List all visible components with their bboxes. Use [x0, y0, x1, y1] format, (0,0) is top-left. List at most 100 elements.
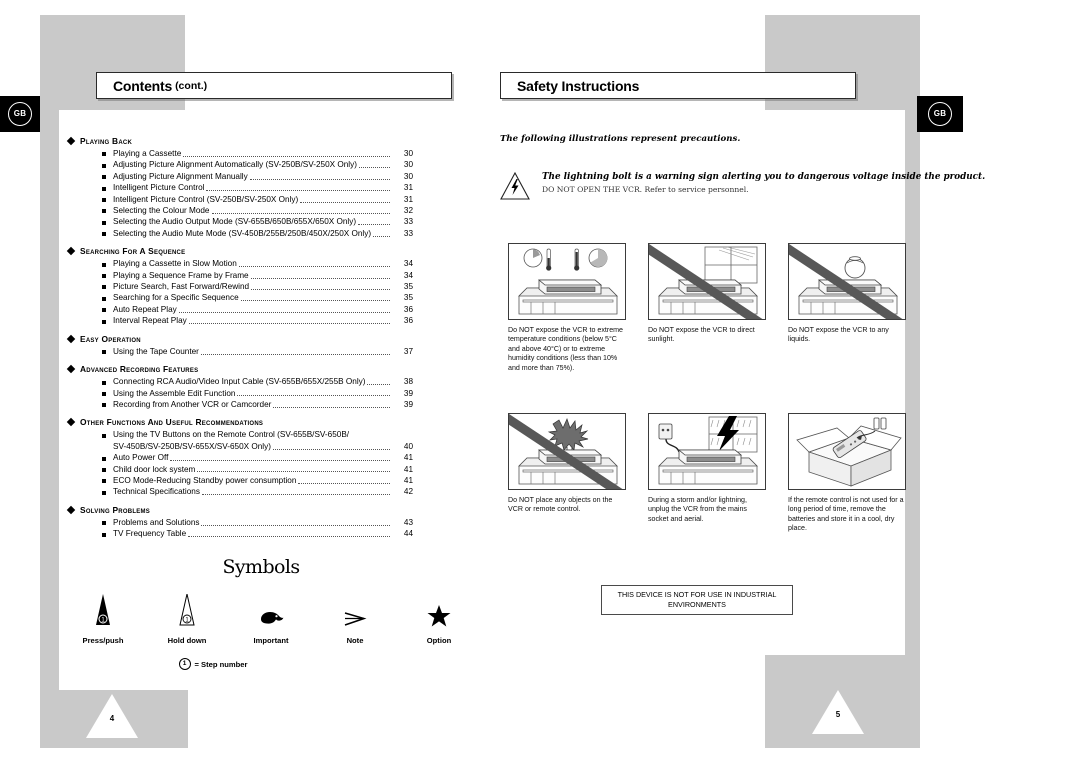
- toc-entry[interactable]: Technical Specifications 42: [102, 486, 413, 497]
- toc-entry-label: SV-450B/SV-250B/SV-655X/SV-650X Only): [113, 441, 271, 451]
- toc-group-header: Searching for a Sequence: [66, 246, 413, 256]
- region-badge-gb-left: GB: [0, 96, 40, 132]
- illustration-row-top: Do NOT expose the VCR to extreme tempera…: [508, 243, 906, 373]
- table-of-contents: Playing Back Playing a Cassette 30 Adjustin…: [66, 136, 413, 547]
- contents-title: Contents: [113, 77, 173, 94]
- symbols-row: 1 Press/push 1 Hold down Important Note Option: [59, 594, 463, 645]
- toc-entry-page: 36: [403, 304, 413, 314]
- square-bullet-icon: [102, 186, 106, 191]
- toc-leader-dots: [358, 224, 390, 226]
- toc-entry[interactable]: Auto Power Off 41: [102, 452, 413, 463]
- toc-entry[interactable]: Intelligent Picture Control (SV-250B/SV-…: [102, 194, 413, 205]
- illustration-caption: Do NOT expose the VCR to extreme tempera…: [508, 326, 623, 372]
- toc-entry[interactable]: Searching for a Specific Sequence 35: [102, 292, 413, 303]
- square-bullet-icon: [102, 163, 106, 168]
- toc-entry[interactable]: Auto Repeat Play 36: [102, 304, 413, 315]
- toc-entry-label: Using the Assemble Edit Function: [113, 388, 236, 398]
- contents-header-bar: Contents (cont.): [96, 72, 452, 99]
- toc-entry[interactable]: Problems and Solutions 43: [102, 517, 413, 528]
- page-number-left: 4: [86, 694, 138, 738]
- pointing-hand-icon: [247, 594, 295, 628]
- diamond-bullet-icon: [66, 418, 76, 427]
- safety-header-bar: Safety Instructions: [500, 72, 856, 99]
- square-bullet-icon: [102, 490, 106, 495]
- toc-entry[interactable]: Selecting the Audio Mute Mode (SV-450B/2…: [102, 228, 413, 239]
- toc-entry-page: 37: [403, 346, 413, 356]
- toc-entry-page: 33: [403, 217, 413, 227]
- vcr-temperature-icon: [508, 243, 626, 320]
- toc-entry[interactable]: Intelligent Picture Control 31: [102, 182, 413, 193]
- toc-entry[interactable]: Selecting the Colour Mode 32: [102, 205, 413, 216]
- diamond-bullet-icon: [66, 364, 76, 374]
- toc-entry-page: 32: [403, 206, 413, 216]
- toc-entry-label: Technical Specifications: [113, 487, 200, 497]
- illustration-caption: Do NOT place any objects on the VCR or r…: [508, 496, 613, 514]
- toc-leader-dots: [367, 384, 390, 385]
- toc-entry[interactable]: Connecting RCA Audio/Video Input Cable (…: [102, 376, 413, 387]
- symbol-label: Option: [426, 636, 452, 645]
- toc-entry-label: Adjusting Picture Alignment Automaticall…: [113, 160, 357, 170]
- symbol-label: Hold down: [167, 636, 207, 645]
- toc-leader-dots: [251, 288, 390, 290]
- safety-title: Safety Instructions: [517, 77, 640, 94]
- star-icon: [415, 594, 463, 628]
- lightning-bolt-triangle-icon: [500, 171, 530, 200]
- toc-entry[interactable]: Selecting the Audio Output Mode (SV-655B…: [102, 216, 413, 227]
- toc-group-title: Playing Back: [80, 136, 133, 146]
- toc-entry[interactable]: Picture Search, Fast Forward/Rewind 35: [102, 281, 413, 292]
- toc-entry[interactable]: Using the Tape Counter 37: [102, 346, 413, 357]
- toc-leader-dots: [238, 266, 390, 268]
- toc-entry-label: Intelligent Picture Control (SV-250B/SV-…: [113, 194, 299, 204]
- square-bullet-icon: [102, 479, 106, 484]
- toc-entry[interactable]: Playing a Cassette 30: [102, 148, 413, 159]
- illustration-caption: Do NOT expose the VCR to direct sunlight…: [648, 326, 755, 344]
- toc-entry[interactable]: Adjusting Picture Alignment Automaticall…: [102, 159, 413, 170]
- left-page-gray-spine: [40, 360, 59, 690]
- toc-entry[interactable]: Adjusting Picture Alignment Manually 30: [102, 171, 413, 182]
- illustration-cell: Do NOT expose the VCR to direct sunlight…: [648, 243, 766, 373]
- symbol-item: Note: [331, 594, 379, 645]
- gb-badge-label-left: GB: [13, 109, 27, 118]
- illustration-cell: Do NOT expose the VCR to extreme tempera…: [508, 243, 626, 373]
- toc-entry-page: 41: [403, 464, 413, 474]
- toc-leader-dots: [237, 395, 390, 397]
- toc-entry-label: Child door lock system: [113, 464, 196, 474]
- toc-entry[interactable]: Using the Assemble Edit Function 39: [102, 388, 413, 399]
- toc-entry-label: Auto Repeat Play: [113, 304, 177, 314]
- step-number-circle-icon: 1: [178, 658, 191, 670]
- toc-entry-page: 41: [403, 475, 413, 485]
- toc-entry-label: ECO Mode-Reducing Standby power consumpt…: [113, 475, 297, 485]
- toc-entry[interactable]: Using the TV Buttons on the Remote Contr…: [102, 429, 413, 440]
- square-bullet-icon: [102, 308, 106, 313]
- region-badge-gb-right: GB: [917, 96, 963, 132]
- toc-entry[interactable]: Playing a Cassette in Slow Motion 34: [102, 258, 413, 269]
- remote-battery-box-icon: [788, 413, 906, 490]
- symbols-heading: Symbols: [222, 556, 301, 578]
- toc-entry-page: 31: [403, 194, 413, 204]
- vcr-objects-icon: [508, 413, 626, 490]
- toc-entry[interactable]: SV-450B/SV-250B/SV-655X/SV-650X Only) 40: [113, 441, 413, 452]
- toc-entry[interactable]: Child door lock system 41: [102, 464, 413, 475]
- toc-leader-dots: [272, 448, 390, 450]
- toc-group-header: Solving Problems: [66, 505, 413, 515]
- toc-entry-label: Playing a Cassette: [113, 149, 182, 158]
- symbol-item: 1 Hold down: [163, 594, 211, 645]
- contents-title-suffix: (cont.): [175, 79, 208, 92]
- square-bullet-icon: [102, 380, 106, 385]
- toc-entry-page: 44: [403, 529, 413, 539]
- toc-group: Searching for a Sequence Playing a Casset…: [66, 246, 413, 326]
- toc-entry[interactable]: ECO Mode-Reducing Standby power consumpt…: [102, 475, 413, 486]
- toc-entry[interactable]: Recording from Another VCR or Camcorder 3…: [102, 399, 413, 410]
- toc-entry[interactable]: TV Frequency Table 44: [102, 528, 413, 539]
- toc-entry-page: 30: [403, 160, 413, 170]
- toc-entry-page: 39: [403, 399, 413, 409]
- toc-leader-dots: [206, 190, 390, 192]
- outline-cone-icon: 1: [163, 594, 211, 628]
- square-bullet-icon: [102, 175, 106, 180]
- square-bullet-icon: [102, 152, 106, 157]
- toc-entry-label: Using the Tape Counter: [113, 346, 199, 356]
- toc-entry[interactable]: Playing a Sequence Frame by Frame 34: [102, 270, 413, 281]
- industrial-use-notice: THIS DEVICE IS NOT FOR USE IN INDUSTRIAL…: [601, 585, 793, 615]
- toc-entry[interactable]: Interval Repeat Play 36: [102, 315, 413, 326]
- right-page-gray-spine: [905, 260, 920, 655]
